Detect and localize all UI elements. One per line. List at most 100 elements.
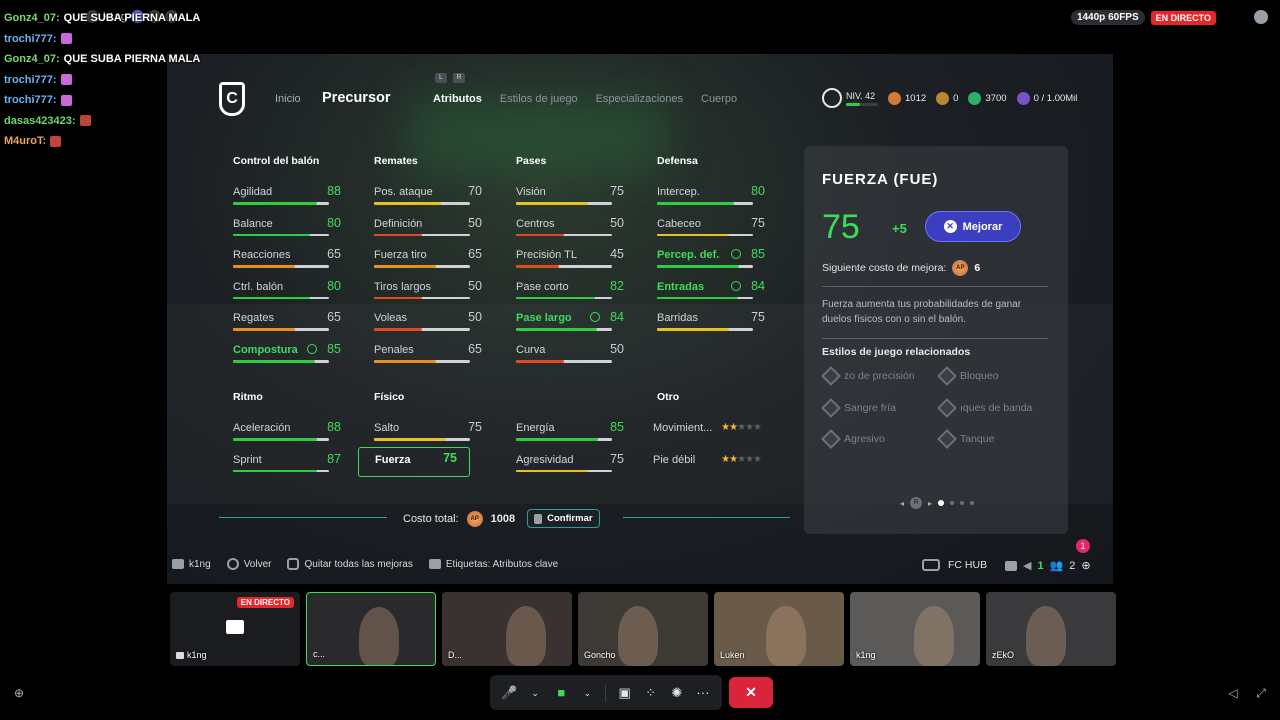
attribute-pos-ataque[interactable]: Pos. ataque 70 [374, 184, 482, 208]
attribute-cabeceo[interactable]: Cabeceo 75 [657, 216, 765, 240]
attribute-pie-débil[interactable]: Pie débil ★★★★★ [653, 453, 762, 476]
participant-label: Luken [720, 650, 745, 660]
attribute-centros[interactable]: Centros 50 [516, 216, 624, 240]
pager-dot[interactable] [970, 501, 975, 505]
more-options-icon[interactable]: ··· [695, 685, 711, 700]
attribute-voleas[interactable]: Voleas 50 [374, 310, 482, 334]
playstyle-bloqueo[interactable]: Bloqueo [937, 366, 999, 386]
remove-upgrades-hint[interactable]: Quitar todas las mejoras [287, 558, 413, 570]
attribute-barridas[interactable]: Barridas 75 [657, 310, 765, 334]
attribute-fuerza-tiro[interactable]: Fuerza tiro 65 [374, 247, 482, 271]
participant-tile[interactable]: D... [442, 592, 572, 666]
attribute-name: Cabeceo [657, 217, 702, 230]
attribute-salto[interactable]: Salto 75 [374, 420, 482, 444]
participant-strip: EN DIRECTO k1ng c... D... Goncho Luken k1ng zEk… [170, 592, 1116, 666]
participant-label: D... [448, 650, 463, 660]
attribute-compostura[interactable]: Compostura 85 [233, 342, 341, 366]
tab-cuerpo[interactable]: Cuerpo [701, 93, 737, 105]
screen: k1ng 1440p 60FPS EN DIRECTO Gonz4_07: QUE… [0, 0, 1280, 720]
attribute-tiros-largos[interactable]: Tiros largos 50 [374, 279, 482, 303]
detail-value: 75 [822, 208, 860, 246]
participant-label: k1ng [187, 650, 207, 660]
attribute-percep-def-[interactable]: Percep. def. 85 [657, 247, 765, 271]
soundboard-icon[interactable]: ✺ [669, 685, 685, 700]
friends-status[interactable]: ◀ 1 👥 2 ⊕ [1005, 559, 1091, 572]
chat-bubble-icon[interactable] [1254, 10, 1268, 24]
chat-username[interactable]: trochi777: [4, 31, 57, 47]
attribute-ctrl-balón[interactable]: Ctrl. balón 80 [233, 279, 341, 303]
pager-r-button-icon[interactable]: R [910, 497, 923, 509]
attribute-energía[interactable]: Energía 85 [516, 420, 624, 444]
attribute-definición[interactable]: Definición 50 [374, 216, 482, 240]
tags-hint[interactable]: Etiquetas: Atributos clave [428, 559, 558, 570]
attribute-pase-largo[interactable]: Pase largo 84 [516, 310, 624, 334]
confirm-button[interactable]: Confirmar [527, 509, 600, 528]
attribute-bar-fill [657, 265, 739, 268]
attribute-regates[interactable]: Regates 65 [233, 310, 341, 334]
tab-especializaciones[interactable]: Especializaciones [596, 93, 683, 105]
chat-text: QUE SUBA PIERNA MALA [63, 12, 201, 25]
add-user-icon[interactable]: ⊕ [12, 686, 26, 700]
pager-left-icon[interactable]: ◂ [900, 499, 904, 508]
attribute-intercep-[interactable]: Intercep. 80 [657, 184, 765, 208]
total-divider-right [623, 517, 790, 518]
participant-tile[interactable]: Goncho [578, 592, 708, 666]
pager-dot[interactable] [960, 501, 965, 505]
chat-username[interactable]: M4uroT: [4, 133, 46, 149]
tab-atributos[interactable]: Atributos [433, 93, 482, 105]
pager-right-icon[interactable]: ▸ [928, 499, 932, 508]
attribute-sprint[interactable]: Sprint 87 [233, 452, 341, 476]
attribute-entradas[interactable]: Entradas 84 [657, 279, 765, 303]
attribute-movimient-[interactable]: Movimient... ★★★★★ [653, 422, 762, 444]
attribute-agresividad[interactable]: Agresividad 75 [516, 452, 624, 476]
chat-message: Gonz4_07: QUE SUBA PIERNA MALA [4, 8, 200, 29]
activities-icon[interactable]: ⁘ [643, 685, 659, 700]
participant-tile[interactable]: Luken [714, 592, 844, 666]
participant-tile[interactable]: EN DIRECTO k1ng [170, 592, 300, 666]
chat-username[interactable]: trochi777: [4, 92, 57, 108]
playstyle-agresivo[interactable]: Agresivo [821, 429, 885, 449]
screen-share-icon[interactable]: ▣ [617, 685, 633, 700]
back-hint[interactable]: Volver [226, 558, 271, 570]
chat-username[interactable]: dasas423423: [4, 113, 76, 129]
mute-stream-icon[interactable]: ◁ [1226, 686, 1240, 700]
attribute-pase-corto[interactable]: Pase corto 82 [516, 279, 624, 303]
attribute-visión[interactable]: Visión 75 [516, 184, 624, 208]
attribute-reacciones[interactable]: Reacciones 65 [233, 247, 341, 271]
microphone-icon[interactable]: 🎤 [501, 685, 517, 700]
fullscreen-icon[interactable]: ⤢ [1254, 686, 1268, 700]
attribute-fuerza[interactable]: Fuerza 75 [358, 446, 470, 477]
participant-tile[interactable]: c... [306, 592, 436, 666]
star-icon: ★ [721, 453, 730, 465]
attribute-agilidad[interactable]: Agilidad 88 [233, 184, 341, 208]
leave-call-button[interactable]: ✕ [729, 677, 773, 708]
attribute-balance[interactable]: Balance 80 [233, 216, 341, 240]
nav-inicio[interactable]: Inicio [275, 93, 301, 105]
attribute-aceleración[interactable]: Aceleración 88 [233, 420, 341, 444]
playstyle-ataques-banda[interactable]: ıques de banda [937, 398, 1032, 418]
chat-username[interactable]: trochi777: [4, 72, 57, 88]
playstyle-sangre-fria[interactable]: Sangre fría [821, 398, 896, 418]
attribute-precisión-tl[interactable]: Precisión TL 45 [516, 247, 624, 271]
participant-tile[interactable]: k1ng [850, 592, 980, 666]
playstyle-tanque[interactable]: Tanque [937, 429, 994, 449]
friends-count: 2 [1069, 559, 1076, 572]
attribute-curva[interactable]: Curva 50 [516, 342, 624, 366]
chat-username[interactable]: Gonz4_07: [4, 51, 60, 67]
attribute-name: Barridas [657, 312, 698, 325]
improve-button[interactable]: ✕ Mejorar [925, 211, 1021, 242]
camera-icon[interactable]: ■ [553, 685, 569, 700]
chat-username[interactable]: Gonz4_07: [4, 10, 60, 26]
pager-dot[interactable] [950, 501, 955, 505]
playstyle-precision[interactable]: zo de precisión [821, 366, 915, 386]
attribute-bar-fill [516, 296, 595, 300]
tab-estilos[interactable]: Estilos de juego [500, 93, 578, 105]
participant-tile[interactable]: zEkO [986, 592, 1116, 666]
camera-options-chevron-icon[interactable]: ⌄ [579, 686, 595, 700]
attribute-name: Pie débil [653, 453, 696, 466]
mic-options-chevron-icon[interactable]: ⌄ [527, 686, 543, 700]
fc-hub[interactable]: FC HUB [922, 559, 987, 571]
boost-icon [307, 344, 317, 354]
pager-dot[interactable] [938, 500, 945, 506]
attribute-penales[interactable]: Penales 65 [374, 342, 482, 366]
